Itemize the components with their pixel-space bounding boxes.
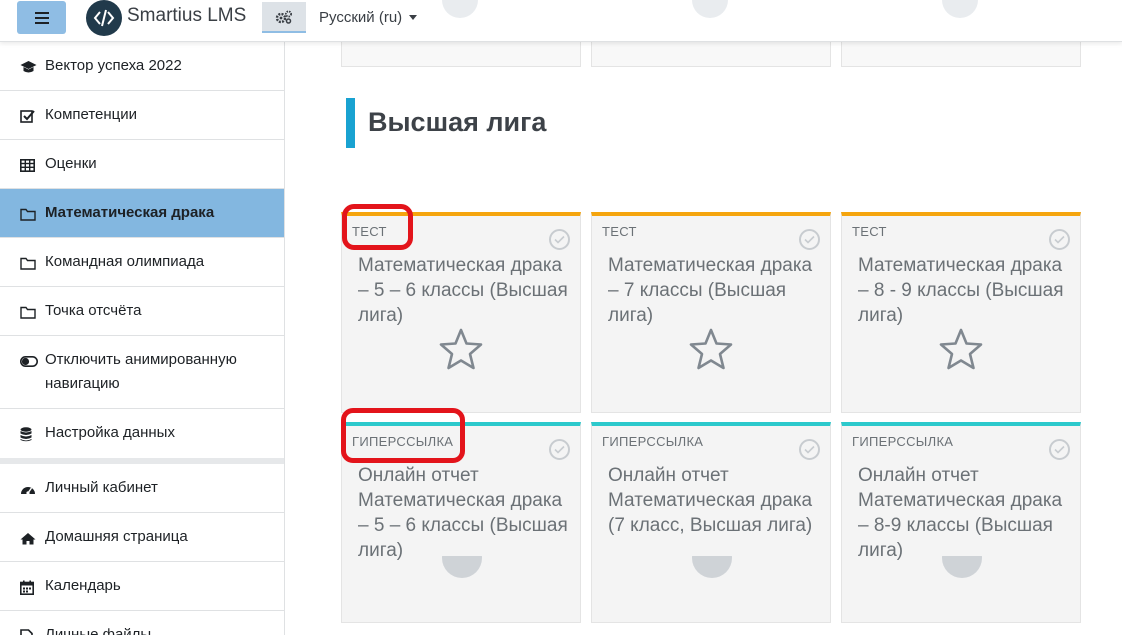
home-icon — [20, 529, 40, 547]
section-accent-bar — [346, 98, 355, 148]
database-icon — [20, 425, 40, 443]
activity-card[interactable] — [341, 42, 581, 67]
sidebar-item-starting-point[interactable]: Точка отсчёта — [0, 287, 284, 336]
sidebar-item-label: Личный кабинет — [45, 479, 158, 496]
activity-card-url[interactable]: ГИПЕРССЫЛКА Онлайн отчет Математическая … — [841, 422, 1081, 623]
sidebar-item-grades[interactable]: Оценки — [0, 140, 284, 189]
sidebar-item-label: Оценки — [45, 155, 97, 172]
sidebar-item-label: Компетенции — [45, 106, 138, 123]
star-icon — [689, 328, 733, 370]
activity-type-label: ГИПЕРССЫЛКА — [602, 434, 704, 449]
sidebar-item-label: Настройка данных — [45, 424, 175, 441]
activity-title[interactable]: Онлайн отчет Математическая драка – 5 – … — [358, 463, 573, 563]
sidebar-item-dashboard[interactable]: Личный кабинет — [0, 464, 284, 513]
activity-card[interactable] — [841, 42, 1081, 67]
hamburger-icon — [34, 11, 49, 24]
menu-toggle-button[interactable] — [17, 1, 66, 34]
sidebar-item-label: Математическая драка — [45, 204, 215, 221]
activity-type-label: ТЕСТ — [852, 224, 887, 239]
activity-title[interactable]: Математическая драка – 8 - 9 классы (Выс… — [858, 253, 1073, 328]
sidebar-item-vector[interactable]: Вектор успеха 2022 — [0, 42, 284, 91]
sidebar-item-home[interactable]: Домашняя страница — [0, 513, 284, 562]
sidebar-item-math-fight[interactable]: Математическая драка — [0, 189, 284, 238]
sidebar-item-label: Отключить анимированную навигацию — [45, 351, 237, 392]
star-icon — [439, 328, 483, 370]
sidebar-item-calendar[interactable]: Календарь — [0, 562, 284, 611]
completion-check-icon[interactable] — [549, 229, 570, 250]
star-icon — [939, 328, 983, 370]
dashboard-icon — [20, 480, 40, 498]
globe-icon — [440, 0, 480, 18]
table-icon — [20, 156, 40, 174]
sidebar-item-data-settings[interactable]: Настройка данных — [0, 409, 284, 458]
activity-card-test[interactable]: ТЕСТ Математическая драка – 8 - 9 классы… — [841, 212, 1081, 413]
sidebar-item-label: Календарь — [45, 577, 121, 594]
globe-icon — [690, 0, 730, 18]
code-logo-icon[interactable] — [86, 0, 122, 36]
gears-icon — [275, 10, 292, 24]
section-title: Высшая лига — [368, 107, 547, 137]
sidebar-item-label: Личные файлы — [45, 626, 152, 635]
globe-icon — [690, 556, 734, 578]
highlight-annotation — [342, 204, 413, 250]
sidebar-item-label: Командная олимпиада — [45, 253, 205, 270]
language-label: Русский (ru) — [319, 9, 403, 26]
calendar-icon — [20, 578, 40, 596]
highlight-annotation — [341, 408, 465, 463]
completion-check-icon[interactable] — [799, 229, 820, 250]
graduation-cap-icon — [20, 58, 40, 76]
activity-title[interactable]: Математическая драка – 5 – 6 классы (Выс… — [358, 253, 573, 328]
sidebar-nav: Вектор успеха 2022 Компетенции Оценки Ма… — [0, 42, 285, 635]
sidebar-item-label: Домашняя страница — [45, 528, 188, 545]
sidebar-item-competencies[interactable]: Компетенции — [0, 91, 284, 140]
activity-type-label: ГИПЕРССЫЛКА — [852, 434, 954, 449]
sidebar-item-files[interactable]: Личные файлы — [0, 611, 284, 635]
sidebar-item-team-olympiad[interactable]: Командная олимпиада — [0, 238, 284, 287]
completion-check-icon[interactable] — [1049, 439, 1070, 460]
top-navbar: Smartius LMS Русский (ru) — [0, 0, 1122, 42]
completion-check-icon[interactable] — [1049, 229, 1070, 250]
activity-card-test[interactable]: ТЕСТ Математическая драка – 7 классы (Вы… — [591, 212, 831, 413]
sidebar-item-disable-animation[interactable]: Отключить анимированную навигацию — [0, 336, 284, 409]
checkbox-icon — [20, 107, 40, 125]
activity-title[interactable]: Онлайн отчет Математическая драка (7 кла… — [608, 463, 823, 538]
activity-card[interactable] — [591, 42, 831, 67]
activity-title[interactable]: Онлайн отчет Математическая драка – 8-9 … — [858, 463, 1073, 563]
sidebar-item-label: Вектор успеха 2022 — [45, 57, 182, 74]
activity-title[interactable]: Математическая драка – 7 классы (Высшая … — [608, 253, 823, 328]
brand-name[interactable]: Smartius LMS — [127, 5, 246, 27]
caret-down-icon — [409, 15, 418, 20]
folder-icon — [20, 205, 40, 223]
globe-icon — [940, 0, 980, 18]
sidebar-item-label: Точка отсчёта — [45, 302, 142, 319]
folder-icon — [20, 303, 40, 321]
folder-icon — [20, 254, 40, 272]
completion-check-icon[interactable] — [549, 439, 570, 460]
completion-check-icon[interactable] — [799, 439, 820, 460]
toggle-icon — [20, 352, 40, 370]
file-icon — [20, 627, 40, 635]
settings-button[interactable] — [262, 2, 306, 33]
activity-card-url[interactable]: ГИПЕРССЫЛКА Онлайн отчет Математическая … — [591, 422, 831, 623]
activity-type-label: ТЕСТ — [602, 224, 637, 239]
course-content: Высшая лига ТЕСТ Математическая драка – … — [286, 42, 1122, 635]
language-selector[interactable]: Русский (ru) — [319, 9, 418, 26]
